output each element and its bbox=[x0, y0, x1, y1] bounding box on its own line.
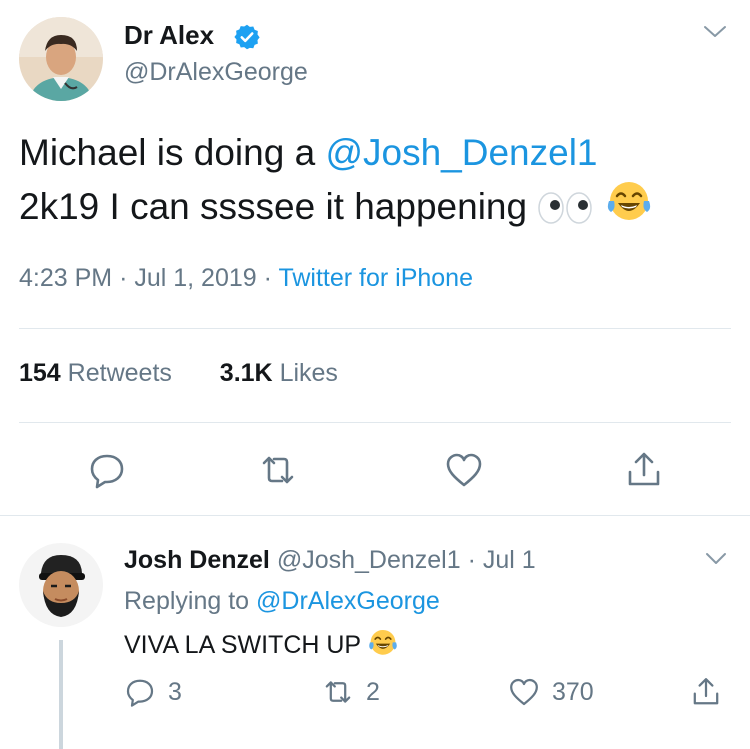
reply-like-button[interactable]: 370 bbox=[508, 676, 594, 708]
separator-dot: · bbox=[467, 546, 476, 574]
divider bbox=[19, 328, 731, 329]
reply-reply-button[interactable]: 3 bbox=[124, 676, 182, 708]
like-icon bbox=[510, 678, 538, 706]
eyes-emoji-icon bbox=[537, 187, 595, 239]
tweet-text-part: 2k19 I can ssssee it happening bbox=[19, 186, 528, 227]
tweet-meta: 4:23 PM · Jul 1, 2019 · Twitter for iPho… bbox=[19, 264, 473, 293]
retweet-icon[interactable] bbox=[258, 450, 298, 490]
reply-header: Josh Denzel @Josh_Denzel1 · Jul 1 bbox=[124, 546, 536, 575]
reply-icon bbox=[126, 679, 154, 707]
divider bbox=[19, 422, 731, 423]
tweet-time[interactable]: 4:23 PM bbox=[19, 264, 112, 292]
retweets-count: 154 bbox=[19, 359, 61, 387]
reply-date[interactable]: Jul 1 bbox=[483, 546, 536, 574]
retweets-stat[interactable]: 154 Retweets bbox=[19, 359, 172, 387]
replying-handle[interactable]: @DrAlexGeorge bbox=[256, 587, 440, 615]
tears-of-joy-emoji-icon bbox=[368, 628, 398, 665]
retweet-icon bbox=[325, 681, 351, 703]
reply-retweet-button[interactable]: 2 bbox=[322, 676, 380, 708]
replying-prefix: Replying to bbox=[124, 587, 250, 615]
author-avatar[interactable] bbox=[19, 17, 103, 101]
replying-to: Replying to @DrAlexGeorge bbox=[124, 587, 440, 616]
reply-text-content: VIVA LA SWITCH UP bbox=[124, 631, 361, 659]
reply-text: VIVA LA SWITCH UP bbox=[124, 628, 398, 665]
likes-label: Likes bbox=[279, 359, 338, 387]
likes-count: 3.1K bbox=[219, 359, 273, 387]
reply-retweet-count: 2 bbox=[366, 677, 380, 706]
reply-like-count: 370 bbox=[552, 677, 594, 706]
chevron-down-icon[interactable] bbox=[702, 22, 728, 42]
reply-author-avatar[interactable] bbox=[19, 543, 103, 627]
retweets-label: Retweets bbox=[67, 359, 172, 387]
tweet-date[interactable]: Jul 1, 2019 bbox=[134, 264, 256, 292]
reply-share-button[interactable] bbox=[690, 676, 734, 708]
reply-icon[interactable] bbox=[87, 450, 127, 490]
verified-badge-icon bbox=[233, 23, 261, 51]
reply-author-name[interactable]: Josh Denzel bbox=[124, 546, 270, 574]
reply-author-handle[interactable]: @Josh_Denzel1 bbox=[277, 546, 461, 574]
tweet-text-part: Michael is doing a bbox=[19, 132, 326, 173]
share-icon[interactable] bbox=[624, 450, 664, 490]
thread-line bbox=[59, 640, 63, 749]
likes-stat[interactable]: 3.1K Likes bbox=[220, 359, 338, 387]
tweet-source[interactable]: Twitter for iPhone bbox=[278, 264, 473, 292]
divider bbox=[0, 515, 750, 516]
separator-dot: · bbox=[263, 264, 272, 292]
mention-link[interactable]: @Josh_Denzel1 bbox=[325, 132, 597, 173]
like-icon[interactable] bbox=[444, 450, 484, 490]
tears-of-joy-emoji-icon bbox=[606, 179, 652, 239]
tweet-stats: 154 Retweets 3.1K Likes bbox=[19, 359, 338, 388]
reply-reply-count: 3 bbox=[168, 677, 182, 706]
chevron-down-icon[interactable] bbox=[704, 550, 728, 568]
separator-dot: · bbox=[119, 264, 128, 292]
author-handle[interactable]: @DrAlexGeorge bbox=[124, 58, 308, 87]
author-name[interactable]: Dr Alex bbox=[124, 20, 214, 51]
tweet-text: Michael is doing a @Josh_Denzel1 2k19 I … bbox=[19, 127, 729, 239]
share-icon bbox=[693, 678, 719, 705]
